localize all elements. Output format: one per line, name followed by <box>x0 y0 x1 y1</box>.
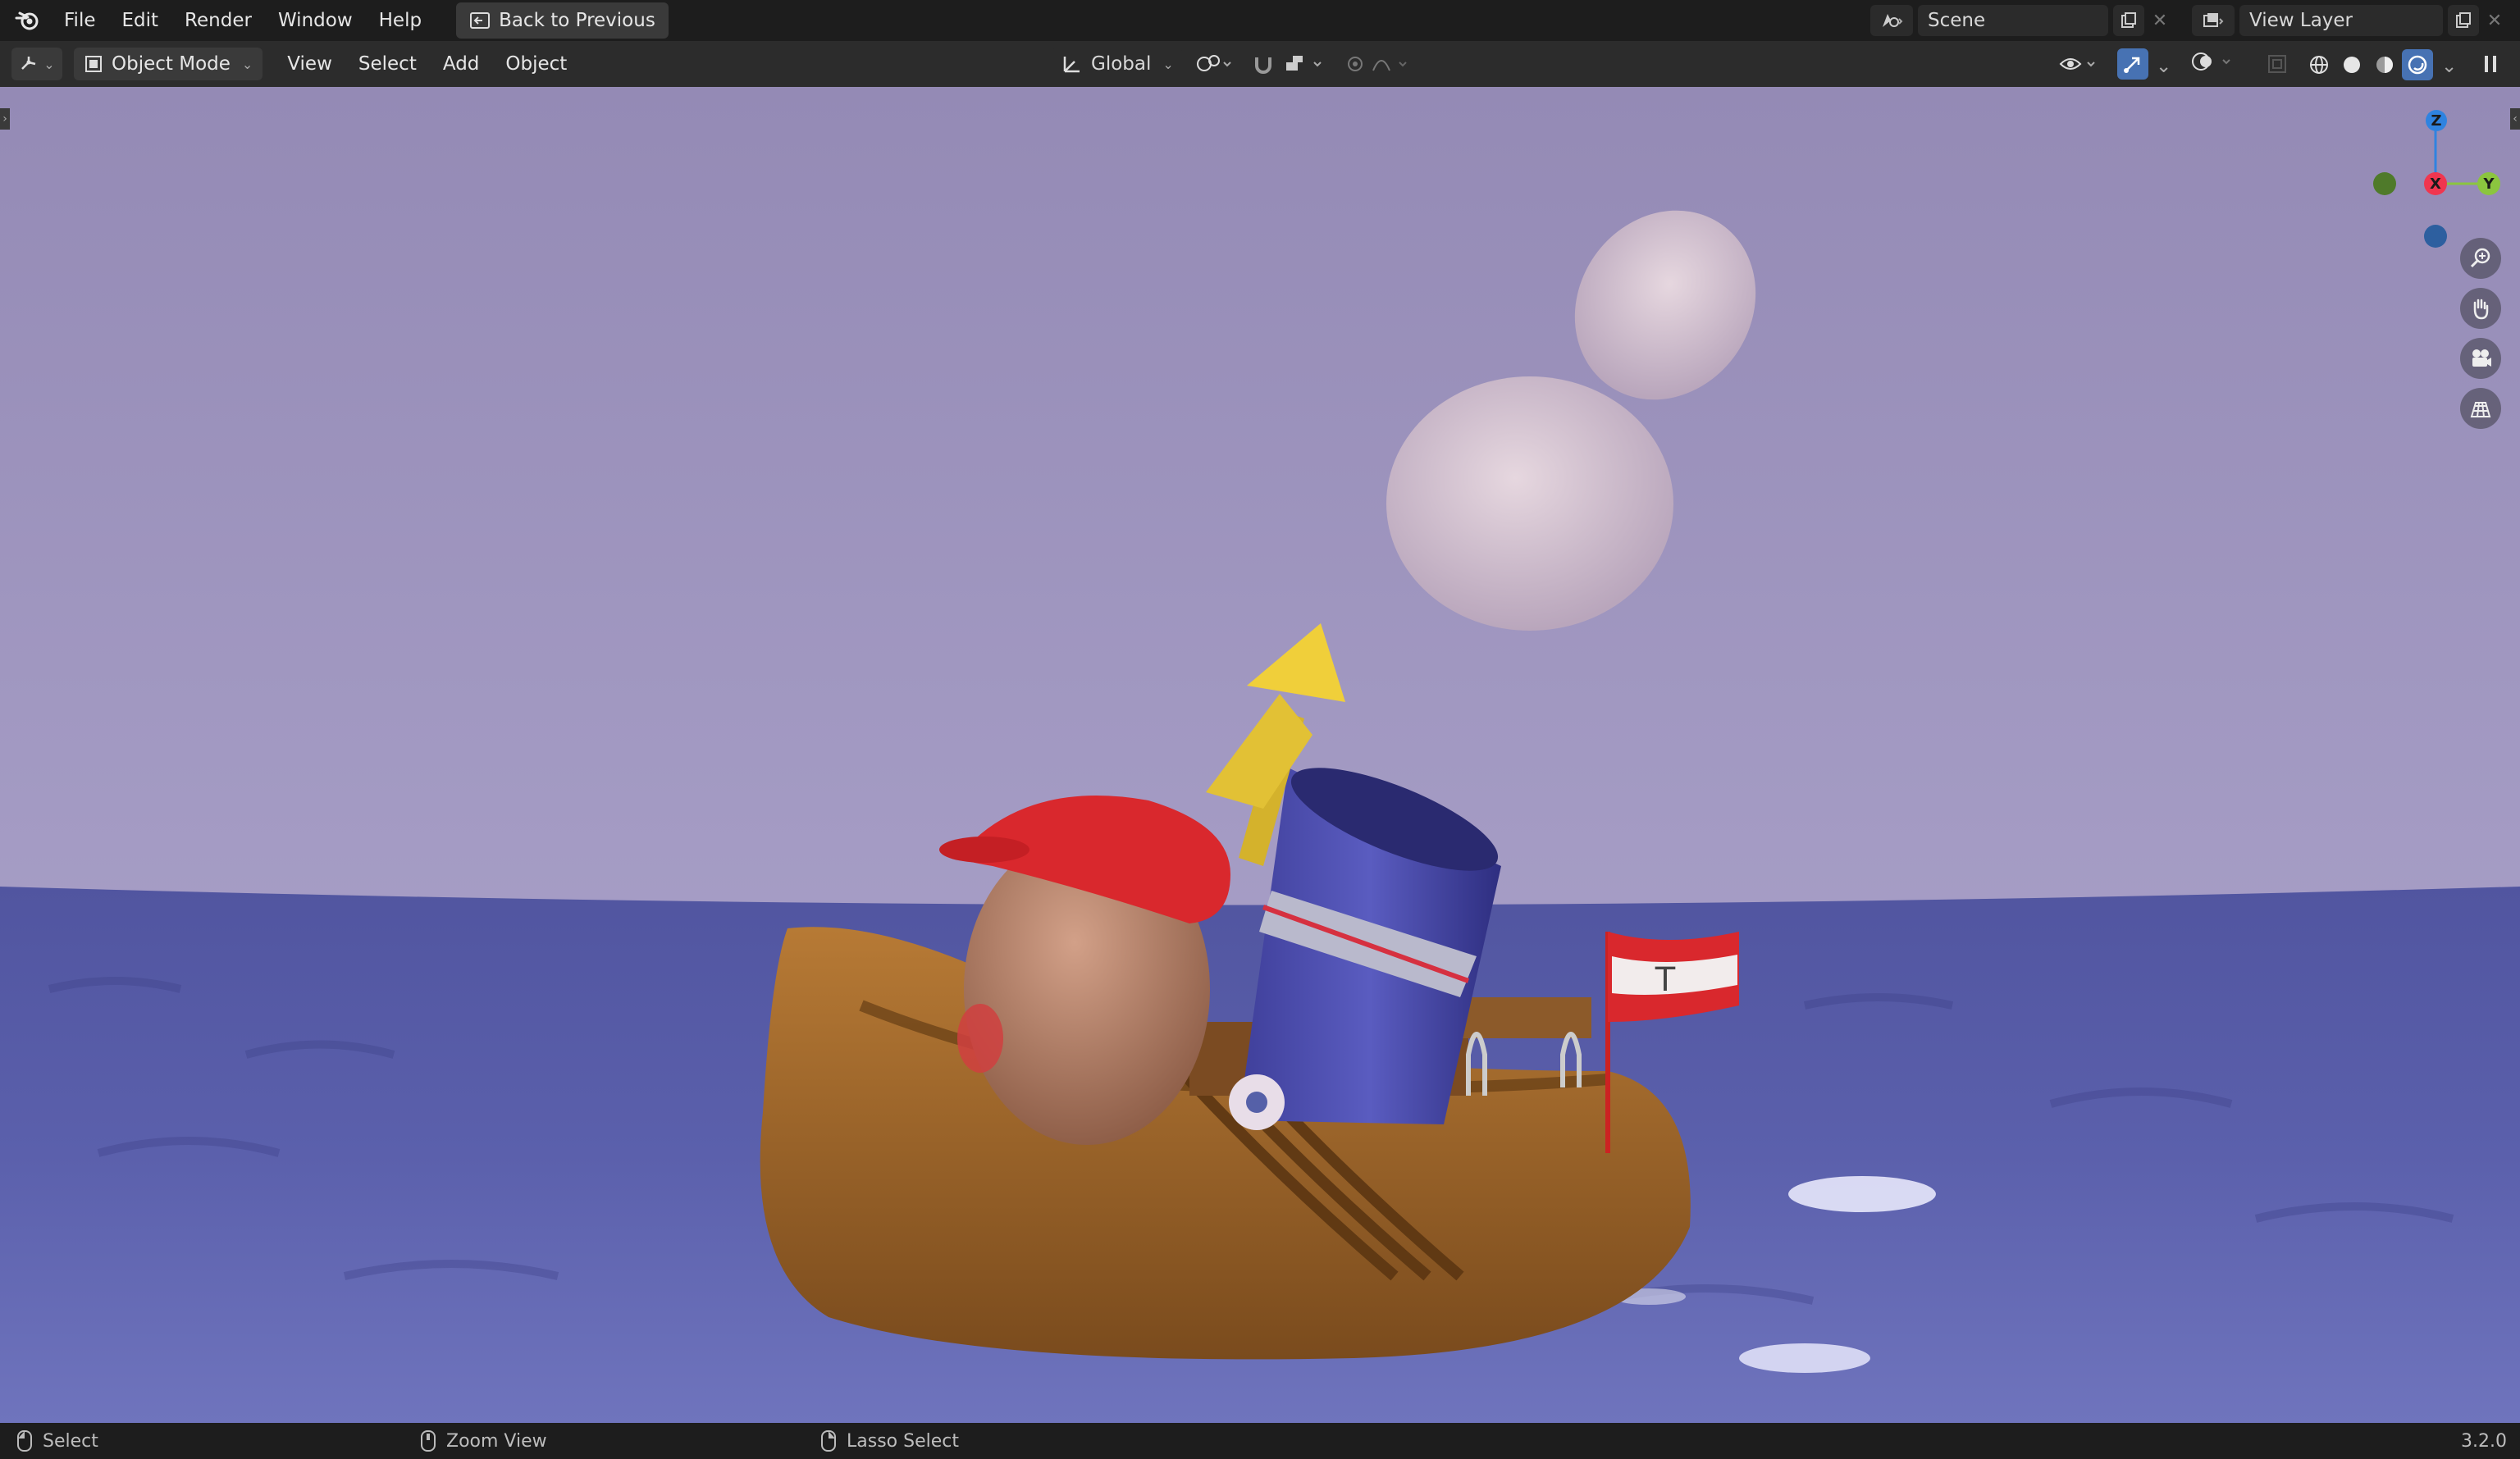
status-middle-click: Zoom View <box>420 1429 547 1452</box>
proportional-edit-icon[interactable] <box>1345 52 1414 75</box>
snap-magnet-icon[interactable] <box>1252 52 1278 75</box>
view-layer-selector[interactable]: View Layer ✕ <box>2192 5 2505 36</box>
version-label: 3.2.0 <box>2461 1430 2507 1452</box>
svg-text:T: T <box>1655 961 1676 999</box>
top-bar: File Edit Render Window Help Back to Pre… <box>0 0 2520 41</box>
overlay-icon[interactable] <box>2190 49 2236 74</box>
back-arrow-icon <box>469 11 491 30</box>
pivot-icon[interactable] <box>1194 52 1234 75</box>
gizmo-x-label: X <box>2430 175 2441 193</box>
orientation-label: Global <box>1091 53 1152 75</box>
delete-view-layer-icon[interactable]: ✕ <box>2484 11 2505 31</box>
view-layer-icon[interactable] <box>2192 5 2235 36</box>
gizmo-x-axis[interactable]: X <box>2424 172 2447 195</box>
mouse-right-icon <box>820 1429 837 1452</box>
zoom-icon[interactable] <box>2460 238 2501 279</box>
status-zoom-label: Zoom View <box>446 1430 547 1452</box>
back-to-previous-button[interactable]: Back to Previous <box>456 2 669 39</box>
gizmo-neg-z-axis[interactable] <box>2424 225 2447 248</box>
snap-target-icon[interactable] <box>1285 52 1326 75</box>
rendered-shading-icon[interactable] <box>2402 49 2433 80</box>
shading-mode-group <box>2303 49 2433 80</box>
viewport-header: ⌄ Object Mode ⌄ View Select Add Object G… <box>0 41 2520 88</box>
solid-shading-icon[interactable] <box>2336 49 2367 80</box>
wireframe-shading-icon[interactable] <box>2303 49 2335 80</box>
camera-icon[interactable] <box>2460 338 2501 379</box>
scene-icon[interactable] <box>1870 5 1913 36</box>
grid-ortho-icon[interactable] <box>2460 388 2501 429</box>
mouse-middle-icon <box>420 1429 436 1452</box>
navigation-gizmo[interactable]: Z X Y <box>2362 103 2510 259</box>
transform-orientation-dropdown[interactable]: Global ⌄ <box>1052 48 1182 80</box>
rendered-scene[interactable]: T <box>0 87 2520 1423</box>
scene-name-field[interactable]: Scene <box>1918 5 2108 36</box>
menu-select[interactable]: Select <box>345 48 430 80</box>
mouse-left-icon <box>16 1429 33 1452</box>
gizmo-neg-y-axis[interactable] <box>2373 172 2396 195</box>
hand-pan-icon[interactable] <box>2460 288 2501 329</box>
menu-file[interactable]: File <box>51 5 109 36</box>
menu-edit[interactable]: Edit <box>109 5 172 36</box>
menu-help[interactable]: Help <box>366 5 435 36</box>
transform-orientation-icon <box>1060 53 1083 75</box>
shading-options-dropdown-icon[interactable]: ⌄ <box>2441 56 2457 77</box>
menu-object[interactable]: Object <box>492 48 580 80</box>
status-bar: Select Zoom View Lasso Select 3.2.0 <box>0 1423 2520 1459</box>
menu-add[interactable]: Add <box>430 48 493 80</box>
toolbar-region-toggle[interactable]: › <box>0 108 10 130</box>
blender-logo-icon[interactable] <box>13 10 41 31</box>
menu-render[interactable]: Render <box>171 5 265 36</box>
status-left-click: Select <box>16 1429 98 1452</box>
pause-render-icon[interactable] <box>2474 49 2507 79</box>
gizmo-toggle-icon[interactable] <box>2117 48 2148 80</box>
menu-window[interactable]: Window <box>265 5 366 36</box>
object-mode-label: Object Mode <box>112 53 231 75</box>
gizmo-z-label: Z <box>2431 112 2442 130</box>
material-shading-icon[interactable] <box>2369 49 2400 80</box>
view-layer-value: View Layer <box>2249 10 2353 31</box>
back-to-previous-label: Back to Previous <box>499 10 655 31</box>
new-view-layer-icon[interactable] <box>2448 5 2479 36</box>
scene-name-value: Scene <box>1928 10 1986 31</box>
menu-view[interactable]: View <box>274 48 345 80</box>
xray-icon[interactable] <box>2266 52 2289 75</box>
gizmo-dropdown-icon[interactable]: ⌄ <box>2156 56 2171 77</box>
status-lasso-label: Lasso Select <box>847 1430 959 1452</box>
object-mode-dropdown[interactable]: Object Mode ⌄ <box>74 48 263 80</box>
editor-type-icon[interactable]: ⌄ <box>11 48 62 80</box>
gizmo-z-axis[interactable]: Z <box>2426 110 2447 131</box>
view-layer-field[interactable]: View Layer <box>2239 5 2443 36</box>
status-select-label: Select <box>43 1430 98 1452</box>
new-scene-icon[interactable] <box>2113 5 2144 36</box>
eye-icon[interactable] <box>2057 49 2100 79</box>
gizmo-y-label: Y <box>2483 175 2495 193</box>
sidebar-region-toggle[interactable]: ‹ <box>2510 108 2520 130</box>
delete-scene-icon[interactable]: ✕ <box>2149 11 2171 31</box>
status-right-click: Lasso Select <box>820 1429 959 1452</box>
3d-viewport[interactable]: T Z X Y › ‹ <box>0 87 2520 1423</box>
object-mode-icon <box>84 54 103 74</box>
gizmo-y-axis[interactable]: Y <box>2477 172 2500 195</box>
scene-selector[interactable]: Scene ✕ <box>1870 5 2171 36</box>
